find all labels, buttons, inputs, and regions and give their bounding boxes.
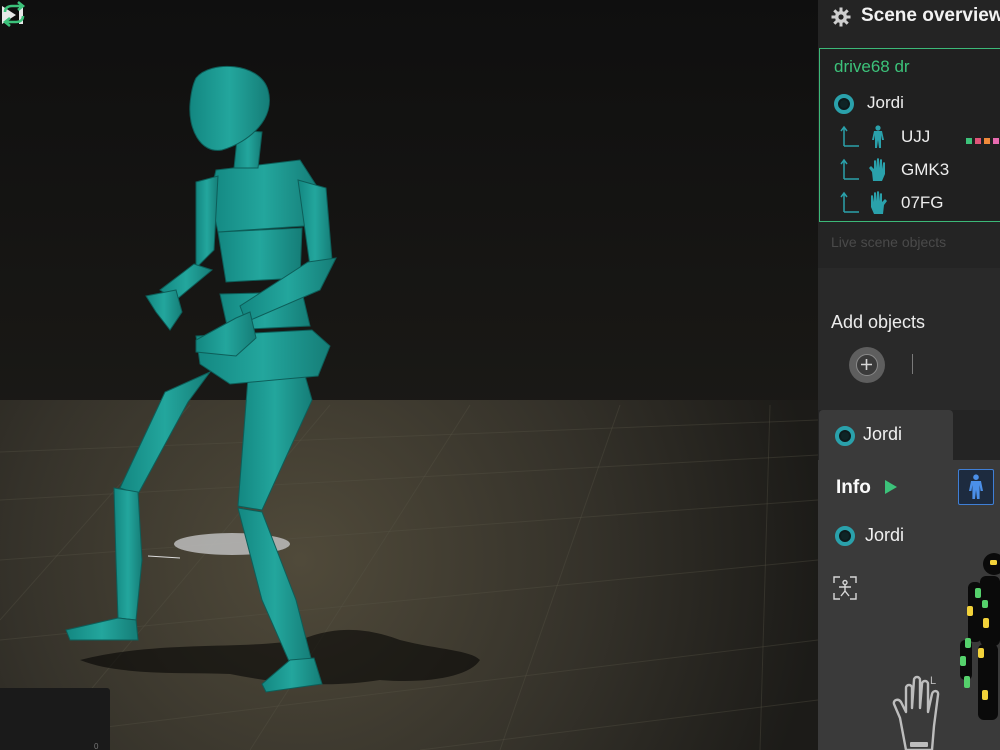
tab-label: Jordi	[863, 424, 903, 444]
3d-viewport[interactable]: 0	[0, 0, 818, 750]
body-suit-icon	[969, 474, 983, 499]
playback-bar	[0, 688, 110, 750]
sensor-status-dots	[966, 138, 999, 144]
add-objects-title: Add objects	[831, 312, 926, 332]
tree-item-glove[interactable]: GMK3	[820, 157, 1000, 183]
child-arrow-icon	[840, 191, 859, 213]
panel-title: Scene overview	[861, 5, 1000, 26]
frame-label: 0	[94, 742, 99, 750]
scene-tree: drive68 dr Jordi UJJ GMK3 07FG	[819, 48, 1000, 222]
play-arrow-icon[interactable]	[884, 479, 898, 495]
info-object-label: Jordi	[865, 525, 905, 545]
body-suit-icon	[872, 125, 884, 148]
loop-icon[interactable]	[0, 0, 28, 28]
viewport-wall	[0, 0, 818, 420]
info-panel: Info Jordi L	[818, 460, 1000, 750]
radio-ring-icon	[835, 526, 855, 546]
tree-item-label: UJJ	[901, 127, 931, 146]
tree-item-label: GMK3	[901, 160, 950, 179]
add-object-button[interactable]	[849, 347, 885, 383]
viewport-scene	[0, 0, 818, 750]
hand-outline-icon: L	[892, 675, 940, 750]
radio-ring-icon	[834, 94, 854, 114]
add-object-button-inner	[856, 354, 878, 376]
live-scene-objects-label: Live scene objects	[831, 234, 947, 250]
body-mode-button[interactable]	[958, 469, 994, 505]
child-arrow-icon	[840, 158, 859, 180]
tree-item-glove[interactable]: 07FG	[820, 190, 1000, 216]
add-objects-section: Add objects	[818, 268, 1000, 410]
glove-icon	[871, 191, 887, 214]
tree-item-label: 07FG	[901, 193, 944, 212]
glove-icon	[869, 158, 885, 181]
tab-jordi[interactable]: Jordi	[819, 410, 953, 460]
focus-target-icon[interactable]	[832, 575, 858, 601]
child-arrow-icon	[840, 125, 859, 147]
tree-item-actor[interactable]: Jordi	[820, 91, 1000, 117]
add-divider	[912, 354, 913, 374]
scene-name[interactable]: drive68 dr	[834, 57, 910, 77]
gear-icon[interactable]	[831, 7, 851, 27]
radio-ring-icon	[835, 426, 855, 446]
panel-header: Scene overview	[818, 0, 1000, 36]
hand-side-label: L	[930, 675, 936, 687]
tree-item-label: Jordi	[867, 93, 904, 112]
scene-overview-panel: Scene overview drive68 dr Jordi UJJ GMK3…	[818, 0, 1000, 750]
info-title: Info	[836, 477, 871, 498]
plus-icon	[861, 359, 872, 370]
